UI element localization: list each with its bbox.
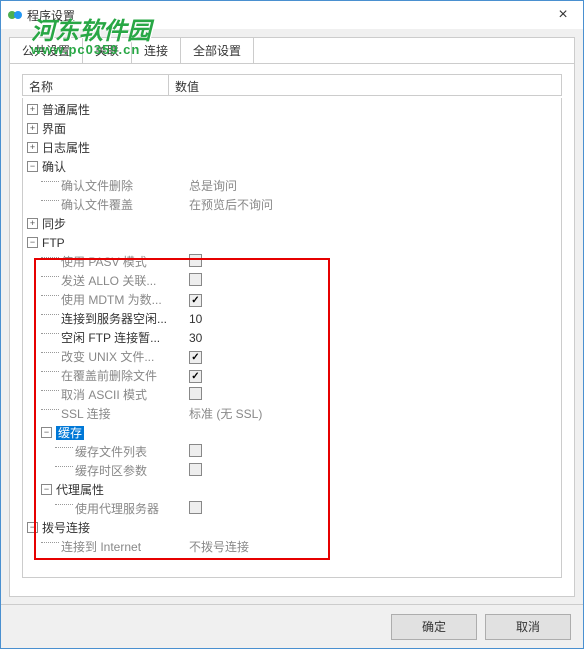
checkbox-del-before[interactable] bbox=[189, 370, 202, 383]
tree-item-use-pasv[interactable]: 使用 PASV 模式 bbox=[23, 252, 561, 271]
tab-all[interactable]: 全部设置 bbox=[181, 38, 254, 63]
tree-item-idle-ftp[interactable]: 空闲 FTP 连接暂... 30 bbox=[23, 328, 561, 347]
minus-icon[interactable]: − bbox=[41, 484, 52, 495]
header-name[interactable]: 名称 bbox=[23, 75, 169, 95]
tree-item-conn-internet[interactable]: 连接到 Internet 不拨号连接 bbox=[23, 537, 561, 556]
close-button[interactable]: × bbox=[543, 1, 583, 29]
tab-assoc[interactable]: 关联 bbox=[83, 38, 132, 63]
window-title: 程序设置 bbox=[27, 7, 543, 24]
plus-icon[interactable]: + bbox=[27, 123, 38, 134]
tree-item-sync[interactable]: +同步 bbox=[23, 214, 561, 233]
tree-body: +普通属性 +界面 +日志属性 −确认 确认文件删除 总是询 bbox=[22, 98, 562, 578]
tree-item-log-props[interactable]: +日志属性 bbox=[23, 138, 561, 157]
checkbox-unix[interactable] bbox=[189, 351, 202, 364]
minus-icon[interactable]: − bbox=[27, 161, 38, 172]
checkbox-mdtm[interactable] bbox=[189, 294, 202, 307]
value-ssl: 标准 (无 SSL) bbox=[183, 405, 561, 422]
app-icon bbox=[7, 7, 23, 23]
tree-item-cache-file-list[interactable]: 缓存文件列表 bbox=[23, 442, 561, 461]
value-confirm-overwrite: 在预览后不询问 bbox=[183, 196, 561, 213]
tree-container: 名称 数值 +普通属性 +界面 +日志属性 −确认 bbox=[10, 64, 574, 592]
tree-item-use-mdtm[interactable]: 使用 MDTM 为数... bbox=[23, 290, 561, 309]
tree-item-confirm-overwrite[interactable]: 确认文件覆盖 在预览后不询问 bbox=[23, 195, 561, 214]
tree-item-normal-props[interactable]: +普通属性 bbox=[23, 100, 561, 119]
plus-icon[interactable]: + bbox=[27, 142, 38, 153]
tree-item-cancel-ascii[interactable]: 取消 ASCII 模式 bbox=[23, 385, 561, 404]
settings-window: 程序设置 × 河东软件园 www.pc0359.cn 公共设置 关联 连接 全部… bbox=[0, 0, 584, 649]
tree-item-ftp[interactable]: −FTP bbox=[23, 233, 561, 252]
checkbox-cache-file[interactable] bbox=[189, 444, 202, 457]
tab-strip: 公共设置 关联 连接 全部设置 bbox=[10, 38, 574, 64]
minus-icon[interactable]: − bbox=[27, 237, 38, 248]
checkbox-ascii[interactable] bbox=[189, 387, 202, 400]
value-conn-idle: 10 bbox=[183, 312, 561, 326]
tree-item-interface[interactable]: +界面 bbox=[23, 119, 561, 138]
tree-item-proxy-props[interactable]: −代理属性 bbox=[23, 480, 561, 499]
tree-header: 名称 数值 bbox=[22, 74, 562, 96]
value-confirm-delete: 总是询问 bbox=[183, 177, 561, 194]
content-area: 公共设置 关联 连接 全部设置 名称 数值 +普通属性 +界面 + bbox=[9, 37, 575, 597]
titlebar: 程序设置 × bbox=[1, 1, 583, 29]
tree-item-cache-tz[interactable]: 缓存时区参数 bbox=[23, 461, 561, 480]
tree-item-ssl[interactable]: SSL 连接 标准 (无 SSL) bbox=[23, 404, 561, 423]
tree-item-send-allo[interactable]: 发送 ALLO 关联... bbox=[23, 271, 561, 290]
tree-item-confirm[interactable]: −确认 bbox=[23, 157, 561, 176]
tree-item-conn-idle[interactable]: 连接到服务器空闲... 10 bbox=[23, 309, 561, 328]
checkbox-proxy[interactable] bbox=[189, 501, 202, 514]
cancel-button[interactable]: 取消 bbox=[485, 614, 571, 640]
tree-item-change-unix[interactable]: 改变 UNIX 文件... bbox=[23, 347, 561, 366]
value-conn-internet: 不拨号连接 bbox=[183, 538, 561, 555]
checkbox-pasv[interactable] bbox=[189, 254, 202, 267]
value-idle-ftp: 30 bbox=[183, 331, 561, 345]
tree-item-dial[interactable]: −拨号连接 bbox=[23, 518, 561, 537]
tree-item-confirm-delete[interactable]: 确认文件删除 总是询问 bbox=[23, 176, 561, 195]
header-value[interactable]: 数值 bbox=[169, 75, 561, 95]
checkbox-cache-tz[interactable] bbox=[189, 463, 202, 476]
plus-icon[interactable]: + bbox=[27, 218, 38, 229]
tree-item-del-before[interactable]: 在覆盖前删除文件 bbox=[23, 366, 561, 385]
button-bar: 确定 取消 bbox=[1, 604, 583, 648]
ok-button[interactable]: 确定 bbox=[391, 614, 477, 640]
tab-connect[interactable]: 连接 bbox=[132, 38, 181, 63]
tree-item-use-proxy[interactable]: 使用代理服务器 bbox=[23, 499, 561, 518]
tree-item-cache[interactable]: −缓存 bbox=[23, 423, 561, 442]
minus-icon[interactable]: − bbox=[27, 522, 38, 533]
minus-icon[interactable]: − bbox=[41, 427, 52, 438]
plus-icon[interactable]: + bbox=[27, 104, 38, 115]
checkbox-allo[interactable] bbox=[189, 273, 202, 286]
tab-public[interactable]: 公共设置 bbox=[10, 38, 83, 63]
